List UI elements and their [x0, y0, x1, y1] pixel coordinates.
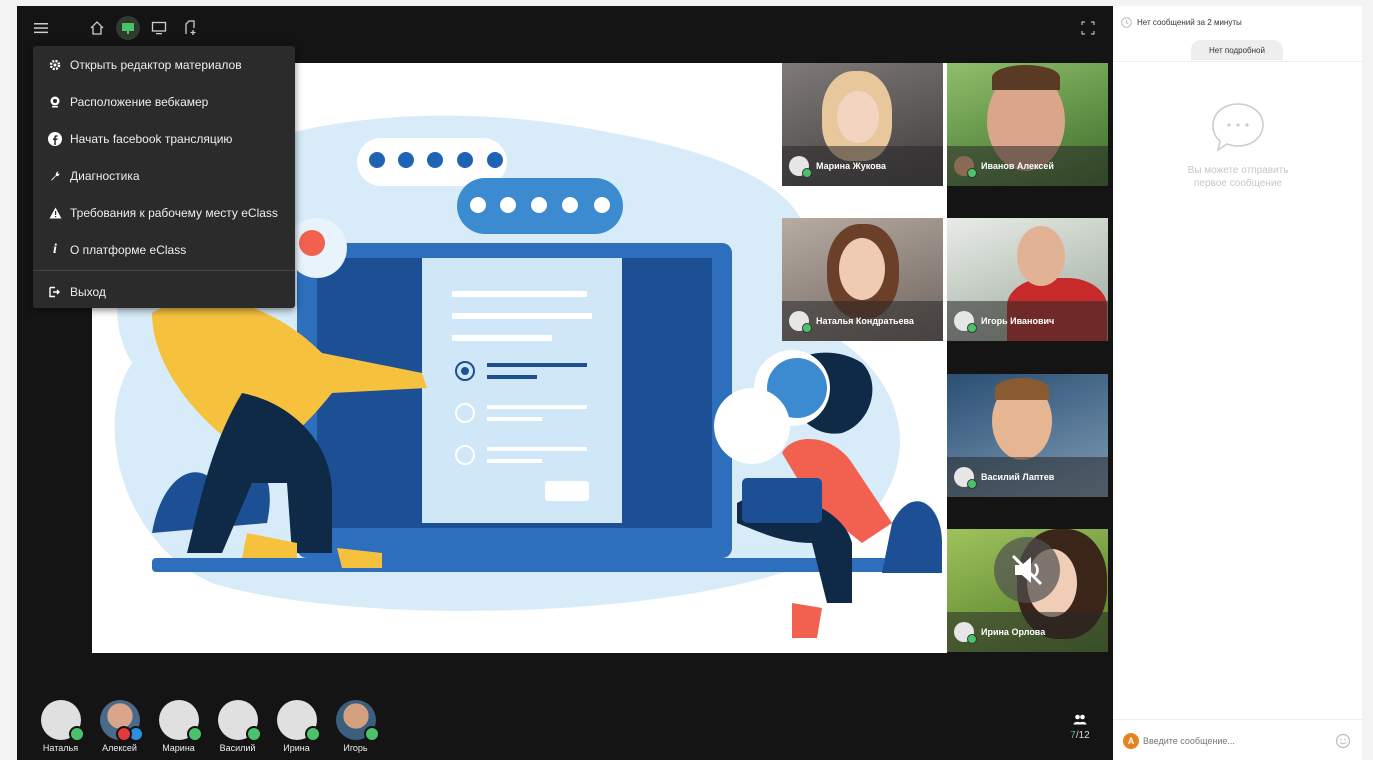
avatar: [40, 700, 85, 742]
avatar: [954, 311, 977, 333]
menu-item-label: Требования к рабочему месту eClass: [70, 205, 278, 220]
video-tile[interactable]: Игорь Иванович: [947, 218, 1108, 341]
menu-item-label: Диагностика: [70, 168, 140, 183]
participant[interactable]: Василий: [208, 700, 267, 758]
users-icon: [1073, 714, 1087, 725]
main-menu: Открыть редактор материалов Расположение…: [33, 46, 295, 308]
avatar: [158, 700, 203, 742]
clock-icon: [1121, 17, 1132, 28]
avatar: [335, 700, 380, 742]
exit-icon: [48, 286, 62, 298]
chat-filter-tab[interactable]: Нет подробной: [1191, 40, 1283, 60]
avatar: [276, 700, 321, 742]
camera-on-icon: [967, 634, 977, 644]
camera-on-icon: [967, 168, 977, 178]
participant-name: Ирина Орлова: [981, 627, 1046, 637]
menu-item-label: Открыть редактор материалов: [70, 57, 242, 72]
avatar: [954, 467, 977, 489]
menu-item-label: Расположение вебкамер: [70, 94, 209, 109]
chat-empty-text: Вы можете отправить первое сообщение: [1187, 165, 1289, 189]
camera-on-icon: [245, 726, 262, 742]
screen-share-icon[interactable]: [147, 16, 171, 40]
avatar: [954, 622, 977, 644]
whiteboard-add-icon[interactable]: [178, 16, 202, 40]
participant-name: Марина Жукова: [816, 161, 887, 171]
video-tile[interactable]: Ирина Орлова: [947, 529, 1108, 652]
avatar: [217, 700, 262, 742]
conference-stage: Марина Жукова Иванов Алексей Наталья Кон…: [17, 6, 1113, 760]
participant-name: Марина: [162, 743, 195, 753]
chat-status-text: Нет сообщений за 2 минуты: [1137, 18, 1242, 27]
warning-icon: [48, 207, 62, 219]
camera-on-icon: [68, 726, 85, 742]
video-tile[interactable]: Иванов Алексей: [947, 63, 1108, 186]
participant-name: Алексей: [102, 743, 137, 753]
info-icon: i: [53, 241, 57, 257]
participant[interactable]: Наталья: [31, 700, 90, 758]
camera-on-icon: [967, 479, 977, 489]
participant[interactable]: Ирина: [267, 700, 326, 758]
menu-item-requirements[interactable]: Требования к рабочему месту eClass: [33, 194, 295, 231]
avatar: [99, 700, 144, 742]
presentation-icon[interactable]: [116, 16, 140, 40]
chat-panel: Нет сообщений за 2 минуты Нет подробной …: [1113, 6, 1362, 760]
menu-item-label: Выход: [70, 284, 106, 299]
menu-item-webcam-layout[interactable]: Расположение вебкамер: [33, 83, 295, 120]
participant-name: Наталья Кондратьева: [816, 316, 914, 326]
camera-on-icon: [802, 168, 812, 178]
speech-bubble-icon: [1211, 102, 1265, 157]
participant-name: Иванов Алексей: [981, 161, 1054, 171]
webcam-icon: [48, 96, 62, 108]
avatar: [954, 156, 977, 178]
participants-bar: Наталья Алексей Марина Василий Ирина Иго…: [31, 700, 385, 758]
gear-icon: [48, 59, 62, 71]
fullscreen-icon[interactable]: [1076, 16, 1100, 40]
hamburger-menu-icon[interactable]: [29, 16, 53, 40]
camera-on-icon: [363, 726, 380, 742]
video-tile[interactable]: Василий Лаптев: [947, 374, 1108, 497]
participant-name: Ирина: [283, 743, 310, 753]
muted-speaker-icon: [994, 537, 1060, 603]
participant-name: Василий Лаптев: [981, 472, 1055, 482]
chat-message-input[interactable]: [1143, 733, 1323, 749]
participant-name: Василий: [219, 743, 256, 753]
participant-name: Игорь: [343, 743, 368, 753]
camera-on-icon: [802, 323, 812, 333]
participant[interactable]: Марина: [149, 700, 208, 758]
avatar: [789, 311, 812, 333]
participant[interactable]: Игорь: [326, 700, 385, 758]
avatar: [789, 156, 812, 178]
menu-item-material-editor[interactable]: Открыть редактор материалов: [33, 46, 295, 83]
video-tile[interactable]: Марина Жукова: [782, 63, 943, 186]
chat-status: Нет сообщений за 2 минуты: [1121, 17, 1242, 28]
menu-divider: [33, 270, 295, 271]
home-icon[interactable]: [85, 16, 109, 40]
menu-item-about[interactable]: i О платформе eClass: [33, 231, 295, 268]
chat-input-divider: [1113, 719, 1362, 720]
participants-counter[interactable]: 7/12: [1065, 712, 1095, 741]
user-avatar: A: [1123, 733, 1139, 749]
menu-item-facebook-stream[interactable]: Начать facebook трансляцию: [33, 120, 295, 157]
camera-on-icon: [304, 726, 321, 742]
video-tile[interactable]: Наталья Кондратьева: [782, 218, 943, 341]
menu-item-label: Начать facebook трансляцию: [70, 131, 233, 146]
wrench-icon: [48, 170, 62, 182]
facebook-icon: [48, 131, 62, 146]
menu-item-diagnostics[interactable]: Диагностика: [33, 157, 295, 194]
camera-on-icon: [186, 726, 203, 742]
app-window: Марина Жукова Иванов Алексей Наталья Кон…: [17, 6, 1362, 760]
participant-name: Наталья: [42, 743, 79, 753]
participant[interactable]: Алексей: [90, 700, 149, 758]
menu-item-label: О платформе eClass: [70, 242, 187, 257]
chat-divider: [1113, 61, 1362, 62]
counter-total: 12: [1078, 730, 1090, 741]
participant-name: Игорь Иванович: [981, 316, 1055, 326]
emoji-icon[interactable]: [1335, 733, 1351, 754]
camera-on-icon: [967, 323, 977, 333]
menu-item-exit[interactable]: Выход: [33, 273, 295, 310]
muted-mic-icon: [115, 726, 132, 742]
